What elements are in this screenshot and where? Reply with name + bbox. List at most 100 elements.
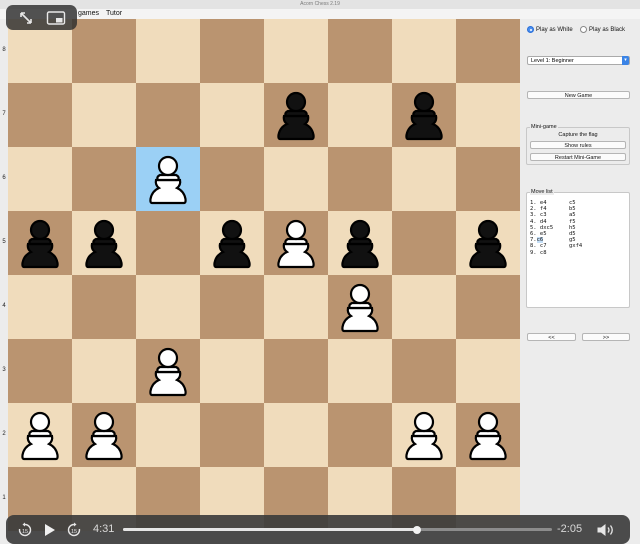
volume-icon[interactable]: [596, 522, 616, 538]
square-b8[interactable]: [72, 19, 136, 83]
white-pawn-icon[interactable]: [136, 147, 200, 211]
square-c6[interactable]: [136, 147, 200, 211]
square-c8[interactable]: [136, 19, 200, 83]
square-g2[interactable]: [392, 403, 456, 467]
new-game-button[interactable]: New Game: [527, 91, 630, 99]
black-pawn-icon[interactable]: [72, 211, 136, 275]
white-pawn-icon[interactable]: [8, 403, 72, 467]
white-pawn-icon[interactable]: [328, 275, 392, 339]
play-as-black-radio[interactable]: Play as Black: [580, 26, 625, 33]
square-g7[interactable]: [392, 83, 456, 147]
play-as-white-radio[interactable]: Play as White: [527, 26, 573, 33]
square-b4[interactable]: [72, 275, 136, 339]
square-b5[interactable]: [72, 211, 136, 275]
white-pawn-icon[interactable]: [264, 211, 328, 275]
elapsed-time: 4:31: [93, 523, 115, 535]
square-e4[interactable]: [264, 275, 328, 339]
rank-label-3: 3: [2, 367, 6, 373]
white-move[interactable]: 9. c8: [530, 250, 547, 256]
square-e5[interactable]: [264, 211, 328, 275]
black-pawn-icon[interactable]: [328, 211, 392, 275]
square-e2[interactable]: [264, 403, 328, 467]
square-d6[interactable]: [200, 147, 264, 211]
square-d2[interactable]: [200, 403, 264, 467]
square-c4[interactable]: [136, 275, 200, 339]
square-h4[interactable]: [456, 275, 520, 339]
square-f4[interactable]: [328, 275, 392, 339]
white-pawn-icon[interactable]: [392, 403, 456, 467]
white-pawn-icon[interactable]: [136, 339, 200, 403]
move-list[interactable]: 1. e4 c5 2. f4 b5 3. c3 a5 4. d4 f5 5. dxc5 h5 6. …: [530, 200, 626, 256]
square-g8[interactable]: [392, 19, 456, 83]
menu-tutor[interactable]: Tutor: [106, 9, 122, 19]
video-player-bar: 15 15 4:31 -2:05: [6, 515, 630, 544]
square-a7[interactable]: [8, 83, 72, 147]
square-h6[interactable]: [456, 147, 520, 211]
square-g5[interactable]: [392, 211, 456, 275]
square-d5[interactable]: [200, 211, 264, 275]
square-c3[interactable]: [136, 339, 200, 403]
square-b2[interactable]: [72, 403, 136, 467]
show-rules-button[interactable]: Show rules: [530, 141, 626, 149]
square-a6[interactable]: [8, 147, 72, 211]
move-list-group[interactable]: Move list 1. e4 c5 2. f4 b5 3. c3 a5 4. d4 f5 5.…: [526, 189, 630, 308]
white-pawn-icon[interactable]: [456, 403, 520, 467]
square-c2[interactable]: [136, 403, 200, 467]
square-d7[interactable]: [200, 83, 264, 147]
square-e6[interactable]: [264, 147, 328, 211]
square-g3[interactable]: [392, 339, 456, 403]
window-title: Acorn Chess 2.19: [0, 0, 640, 9]
skip-back-15-icon[interactable]: 15: [17, 522, 33, 538]
move-row[interactable]: 9. c8: [530, 250, 626, 256]
square-a3[interactable]: [8, 339, 72, 403]
square-h3[interactable]: [456, 339, 520, 403]
minigame-group: Mini-game Capture the flag Show rules Re…: [526, 124, 630, 165]
level-select[interactable]: Level 1: Beginner ▾: [527, 56, 630, 65]
square-d4[interactable]: [200, 275, 264, 339]
square-h2[interactable]: [456, 403, 520, 467]
black-pawn-icon[interactable]: [456, 211, 520, 275]
square-d8[interactable]: [200, 19, 264, 83]
menu-games[interactable]: games: [78, 9, 99, 19]
black-pawn-icon[interactable]: [8, 211, 72, 275]
square-g4[interactable]: [392, 275, 456, 339]
square-h5[interactable]: [456, 211, 520, 275]
square-a2[interactable]: [8, 403, 72, 467]
chess-board[interactable]: [8, 19, 520, 531]
square-a4[interactable]: [8, 275, 72, 339]
square-c7[interactable]: [136, 83, 200, 147]
remaining-time: -2:05: [557, 523, 583, 535]
square-h8[interactable]: [456, 19, 520, 83]
white-pawn-icon[interactable]: [72, 403, 136, 467]
next-move-button[interactable]: >>: [582, 333, 630, 341]
skip-forward-15-icon[interactable]: 15: [66, 522, 82, 538]
picture-in-picture-icon[interactable]: [46, 10, 66, 26]
square-h7[interactable]: [456, 83, 520, 147]
scrubber-handle[interactable]: [412, 525, 421, 534]
square-e3[interactable]: [264, 339, 328, 403]
square-f3[interactable]: [328, 339, 392, 403]
play-icon[interactable]: [43, 523, 57, 537]
square-f2[interactable]: [328, 403, 392, 467]
square-e7[interactable]: [264, 83, 328, 147]
square-e8[interactable]: [264, 19, 328, 83]
play-as-black-label: Play as Black: [589, 27, 626, 34]
square-a5[interactable]: [8, 211, 72, 275]
square-f6[interactable]: [328, 147, 392, 211]
square-b7[interactable]: [72, 83, 136, 147]
black-pawn-icon[interactable]: [200, 211, 264, 275]
square-f5[interactable]: [328, 211, 392, 275]
square-d3[interactable]: [200, 339, 264, 403]
square-c5[interactable]: [136, 211, 200, 275]
square-b3[interactable]: [72, 339, 136, 403]
restart-minigame-button[interactable]: Restart Mini-Game: [530, 153, 626, 161]
square-f8[interactable]: [328, 19, 392, 83]
fullscreen-arrows-icon[interactable]: [18, 10, 34, 26]
scrubber-track[interactable]: [123, 525, 552, 534]
previous-move-button[interactable]: <<: [527, 333, 576, 341]
square-g6[interactable]: [392, 147, 456, 211]
square-f7[interactable]: [328, 83, 392, 147]
black-pawn-icon[interactable]: [264, 83, 328, 147]
square-b6[interactable]: [72, 147, 136, 211]
black-pawn-icon[interactable]: [392, 83, 456, 147]
